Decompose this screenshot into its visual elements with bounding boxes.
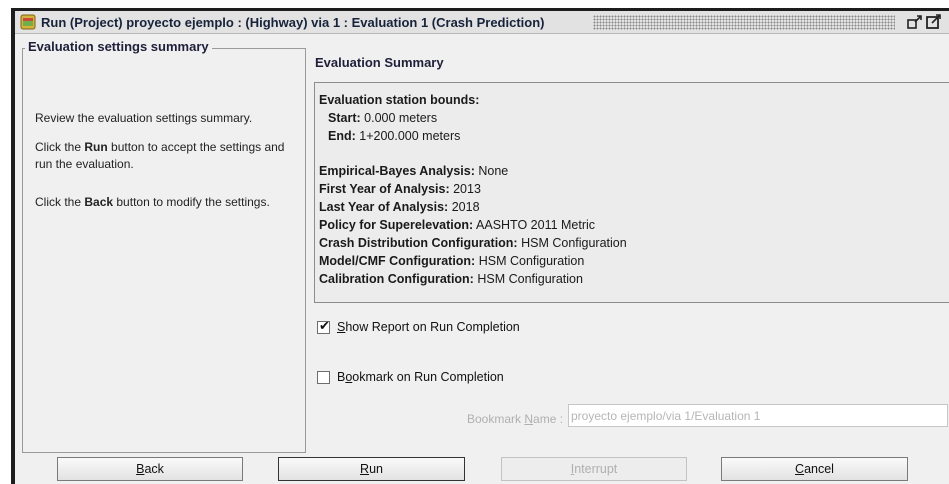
title-bar[interactable]: Run (Project) proyecto ejemplo : (Highwa… — [15, 11, 949, 34]
station-bounds-label: Evaluation station bounds: — [319, 93, 480, 107]
window-title: Run (Project) proyecto ejemplo : (Highwa… — [41, 15, 545, 30]
back-button[interactable]: Back — [57, 457, 243, 481]
evaluation-summary-box: Evaluation station bounds: Start: 0.000 … — [314, 82, 949, 303]
title-bar-texture — [593, 15, 895, 30]
summary-row: Last Year of Analysis: 2018 — [319, 200, 480, 214]
show-report-label[interactable]: Show Report on Run Completion — [337, 320, 520, 334]
summary-row: Policy for Superelevation: AASHTO 2011 M… — [319, 218, 596, 232]
maximize-icon[interactable] — [926, 14, 942, 30]
app-icon — [20, 14, 36, 30]
start-bound: Start: 0.000 meters — [328, 111, 438, 125]
instruction-review: Review the evaluation settings summary. — [35, 111, 253, 125]
summary-row: Empirical-Bayes Analysis: None — [319, 164, 509, 178]
settings-summary-panel — [22, 48, 306, 453]
interrupt-button[interactable]: Interrupt — [501, 457, 687, 481]
run-dialog-window: Run (Project) proyecto ejemplo : (Highwa… — [11, 8, 949, 484]
run-button[interactable]: Run — [278, 457, 465, 481]
bookmark-label[interactable]: Bookmark on Run Completion — [337, 370, 504, 384]
bookmark-name-label: Bookmark Name : — [467, 412, 564, 426]
bookmark-name-input[interactable]: proyecto ejemplo/via 1/Evaluation 1 — [568, 404, 948, 427]
summary-row: First Year of Analysis: 2013 — [319, 182, 481, 196]
instruction-back: Click the Back button to modify the sett… — [35, 195, 270, 209]
show-report-checkbox[interactable]: ✔ — [317, 319, 330, 334]
restore-icon[interactable] — [907, 14, 923, 30]
evaluation-summary-heading: Evaluation Summary — [315, 55, 444, 70]
summary-row: Crash Distribution Configuration: HSM Co… — [319, 236, 627, 250]
summary-row: Calibration Configuration: HSM Configura… — [319, 272, 583, 286]
bookmark-checkbox[interactable] — [317, 371, 330, 384]
instruction-run: Click the Run button to accept the setti… — [35, 140, 285, 171]
checkmark-icon: ✔ — [319, 319, 330, 334]
end-bound: End: 1+200.000 meters — [328, 129, 461, 143]
cancel-button[interactable]: Cancel — [721, 457, 908, 481]
settings-summary-title: Evaluation settings summary — [25, 39, 212, 54]
summary-row: Model/CMF Configuration: HSM Configurati… — [319, 254, 585, 268]
